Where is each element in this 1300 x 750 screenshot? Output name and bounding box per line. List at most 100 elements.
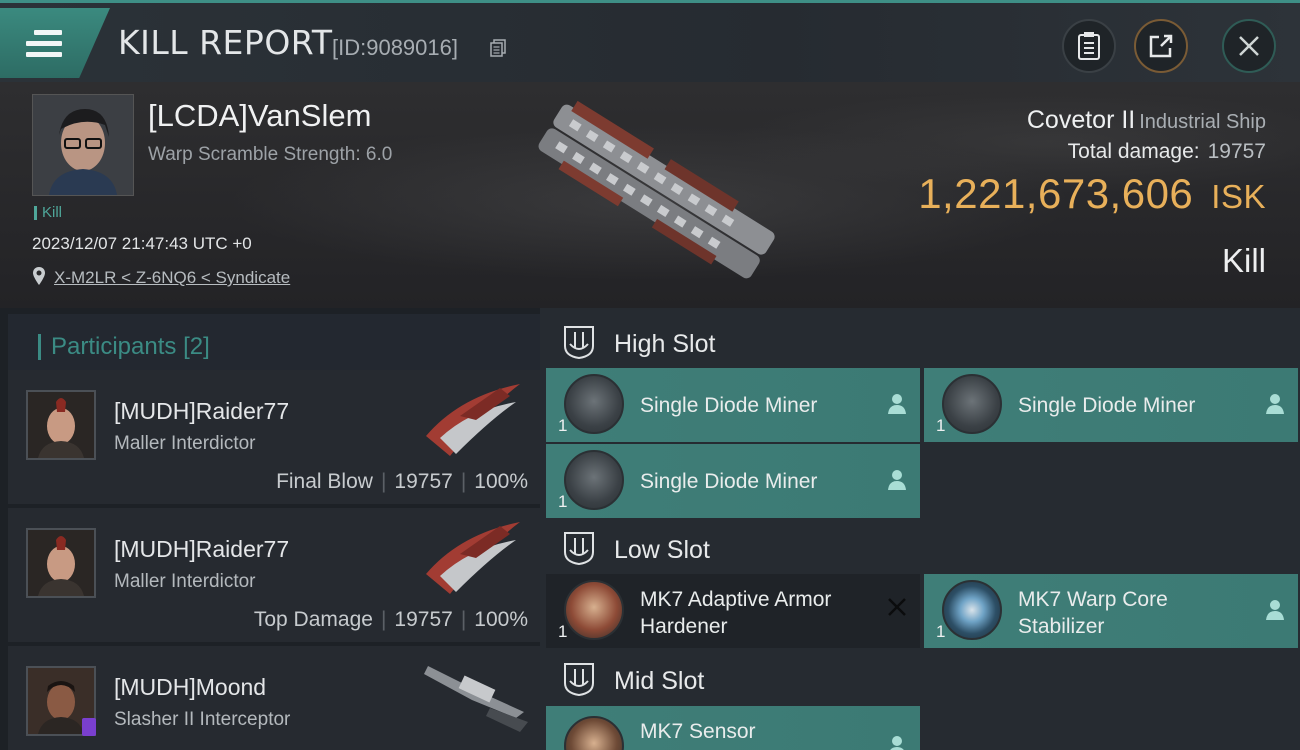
status-badge xyxy=(82,718,96,736)
participant-percent: 100% xyxy=(474,470,528,493)
participant-name[interactable]: [MUDH]Raider77 xyxy=(114,398,289,425)
participant-ship: Slasher II Interceptor xyxy=(114,709,291,730)
mid-slot-icon xyxy=(564,663,594,697)
module-name-line2: Stabilizer xyxy=(1018,615,1105,638)
module-name-line1: MK7 Adaptive Armor xyxy=(640,588,832,611)
clipboard-button[interactable] xyxy=(1062,19,1116,73)
copy-icon[interactable] xyxy=(490,39,506,57)
participant-role: Final Blow xyxy=(276,470,373,493)
result-label: Kill xyxy=(1221,242,1266,279)
pilot-avatar-icon xyxy=(28,392,94,458)
victim-ship-image[interactable] xyxy=(510,94,800,294)
share-button[interactable] xyxy=(1134,19,1188,73)
module-name-line2: Hardener xyxy=(640,615,728,638)
victim-ship-name[interactable]: Covetor II Industrial Ship xyxy=(1027,106,1266,135)
module-qty: 1 xyxy=(558,622,568,641)
module-name: MK7 Sensor xyxy=(640,720,756,743)
participant-name[interactable]: [MUDH]Moond xyxy=(114,674,266,701)
participant-ship: Maller Interdictor xyxy=(114,433,256,454)
participant-avatar[interactable] xyxy=(26,390,96,460)
location-pin-icon xyxy=(33,267,45,285)
high-slot-title: High Slot xyxy=(614,330,716,358)
module-item[interactable]: 1 Single Diode Miner xyxy=(546,444,920,518)
person-icon xyxy=(888,470,906,490)
module-item[interactable]: 1 MK7 Sensor xyxy=(546,706,920,750)
low-slot-icon xyxy=(564,532,594,566)
module-qty: 1 xyxy=(936,416,946,435)
person-icon xyxy=(1266,394,1284,414)
module-item[interactable]: 1 MK7 Adaptive Armor Hardener xyxy=(546,574,920,648)
participants-header: Participants [2] xyxy=(8,314,540,370)
module-name: Single Diode Miner xyxy=(640,470,818,493)
module-item[interactable]: 1 Single Diode Miner xyxy=(924,368,1298,442)
pilot-avatar-icon xyxy=(33,95,133,195)
participant-avatar[interactable] xyxy=(26,528,96,598)
participants-count: [2] xyxy=(183,333,210,360)
mining-laser-icon xyxy=(564,450,624,510)
module-name: Single Diode Miner xyxy=(640,394,818,417)
destroyed-x-icon xyxy=(888,598,906,616)
share-icon xyxy=(1149,34,1173,58)
module-qty: 1 xyxy=(558,492,568,511)
total-damage-value: 19757 xyxy=(1207,140,1266,163)
armor-hardener-icon xyxy=(564,580,624,640)
participant-ship: Maller Interdictor xyxy=(114,571,256,592)
module-name: MK7 Adaptive Armor Hardener xyxy=(640,586,831,640)
mid-slot-title: Mid Slot xyxy=(614,667,705,695)
close-button[interactable] xyxy=(1222,19,1276,73)
kill-location-link[interactable]: X-M2LR < Z-6NQ6 < Syndicate xyxy=(54,268,290,288)
victim-name[interactable]: [LCDA]VanSlem xyxy=(148,98,371,134)
mining-laser-icon xyxy=(942,374,1002,434)
fitting-panel: High Slot 1 Single Diode Miner 1 Single … xyxy=(540,308,1300,750)
high-slot-header: High Slot xyxy=(546,314,1300,370)
close-icon xyxy=(1239,36,1259,56)
menu-button[interactable] xyxy=(0,8,110,78)
total-damage-label: Total damage: xyxy=(1067,140,1200,163)
page-title: KILL REPORT xyxy=(118,23,333,62)
person-icon xyxy=(888,394,906,414)
isk-unit: ISK xyxy=(1211,178,1266,215)
person-icon xyxy=(890,736,904,750)
participant-name[interactable]: [MUDH]Raider77 xyxy=(114,536,289,563)
participant-card[interactable]: [MUDH]Moond Slasher II Interceptor xyxy=(8,646,540,750)
participant-ship-image xyxy=(424,666,528,732)
module-name-line1: MK7 Warp Core xyxy=(1018,588,1168,611)
participant-avatar[interactable] xyxy=(26,666,96,736)
participant-stats: Final Blow | 19757 | 100% xyxy=(276,470,528,493)
module-qty: 1 xyxy=(936,622,946,641)
kill-timestamp: 2023/12/07 21:47:43 UTC +0 xyxy=(32,234,252,253)
participants-title-text: Participants xyxy=(51,333,177,360)
hamburger-menu-icon[interactable] xyxy=(26,30,62,58)
participant-damage: 19757 xyxy=(394,470,453,493)
clipboard-icon xyxy=(1078,32,1100,60)
ship-name-text: Covetor II xyxy=(1026,106,1136,134)
low-slot-title: Low Slot xyxy=(614,536,710,564)
participant-card[interactable]: [MUDH]Raider77 Maller Interdictor Final … xyxy=(8,370,540,504)
victim-portrait[interactable] xyxy=(32,94,134,196)
title-bar: KILL REPORT [ID:9089016] xyxy=(0,0,1300,82)
mid-slot-header: Mid Slot xyxy=(546,651,1300,707)
sensor-booster-icon xyxy=(564,716,624,750)
ship-class-text: Industrial Ship xyxy=(1139,111,1266,133)
high-slot-icon xyxy=(564,326,594,360)
participant-percent: 100% xyxy=(474,608,528,631)
isk-value: 1,221,673,606 ISK xyxy=(918,170,1266,218)
total-damage: Total damage: 19757 xyxy=(1068,140,1266,164)
module-name: MK7 Warp Core Stabilizer xyxy=(1018,586,1168,640)
participants-title: Participants [2] xyxy=(38,334,210,360)
isk-amount: 1,221,673,606 xyxy=(918,170,1194,217)
module-name: Single Diode Miner xyxy=(1018,394,1196,417)
mining-laser-icon xyxy=(564,374,624,434)
participant-card[interactable]: [MUDH]Raider77 Maller Interdictor Top Da… xyxy=(8,508,540,642)
participants-panel: Participants [2] [MUDH]Raider77 Maller I… xyxy=(0,308,540,750)
participant-ship-image xyxy=(426,384,520,456)
module-item[interactable]: 1 MK7 Warp Core Stabilizer xyxy=(924,574,1298,648)
report-id: [ID:9089016] xyxy=(332,35,458,60)
kill-tag: Kill xyxy=(34,205,62,220)
participant-damage: 19757 xyxy=(394,608,453,631)
module-qty: 1 xyxy=(558,416,568,435)
participant-role: Top Damage xyxy=(253,608,373,631)
pilot-avatar-icon xyxy=(28,530,94,596)
participant-stats: Top Damage | 19757 | 100% xyxy=(253,608,528,631)
module-item[interactable]: 1 Single Diode Miner xyxy=(546,368,920,442)
